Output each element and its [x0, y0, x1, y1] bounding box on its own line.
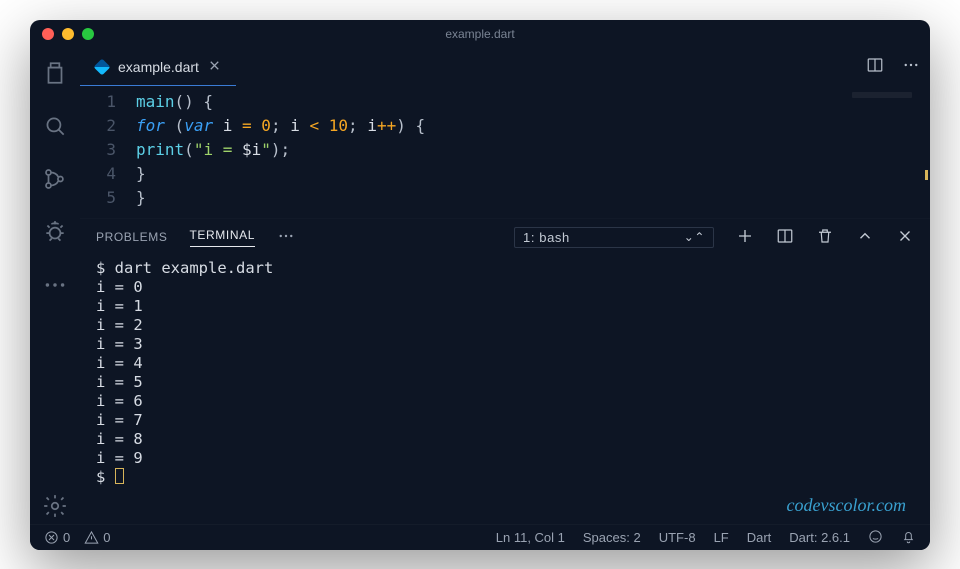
watermark: codevscolor.com	[787, 495, 906, 516]
more-icon[interactable]	[42, 272, 68, 303]
dart-file-icon	[94, 58, 111, 75]
status-language[interactable]: Dart	[747, 530, 772, 545]
titlebar: example.dart	[30, 20, 930, 48]
status-cursor-position[interactable]: Ln 11, Col 1	[496, 530, 565, 545]
close-window-button[interactable]	[42, 28, 54, 40]
maximize-window-button[interactable]	[82, 28, 94, 40]
status-errors[interactable]: 0	[44, 530, 70, 545]
terminal-cursor	[115, 468, 124, 484]
status-encoding[interactable]: UTF-8	[659, 530, 696, 545]
status-bar: 0 0 Ln 11, Col 1 Spaces: 2 UTF-8 LF Dart…	[30, 524, 930, 550]
close-panel-icon[interactable]	[896, 227, 914, 248]
bottom-panel: PROBLEMS TERMINAL 1: bash ⌄⌃	[80, 218, 930, 524]
chevron-up-icon[interactable]	[856, 227, 874, 248]
line-numbers: 1 2 3 4 5	[80, 90, 136, 210]
explorer-icon[interactable]	[42, 60, 68, 91]
scroll-decoration	[925, 170, 928, 180]
terminal-output[interactable]: $ dart example.dart i = 0 i = 1 i = 2 i …	[80, 255, 930, 524]
terminal-selector[interactable]: 1: bash ⌄⌃	[514, 227, 714, 248]
split-terminal-icon[interactable]	[776, 227, 794, 248]
status-eol[interactable]: LF	[714, 530, 729, 545]
split-editor-icon[interactable]	[866, 56, 884, 79]
dropdown-caret-icon: ⌄⌃	[684, 230, 705, 244]
debug-icon[interactable]	[42, 219, 68, 250]
vscode-window: example.dart	[30, 20, 930, 550]
panel-more-icon[interactable]	[277, 227, 295, 248]
minimize-window-button[interactable]	[62, 28, 74, 40]
panel-tab-problems[interactable]: PROBLEMS	[96, 230, 168, 244]
tab-example-dart[interactable]: example.dart	[80, 48, 236, 86]
panel-tab-terminal[interactable]: TERMINAL	[190, 228, 255, 247]
code-editor[interactable]: 1 2 3 4 5 main() { for (var i = 0; i < 1…	[80, 86, 930, 218]
tab-close-button[interactable]	[207, 58, 222, 76]
status-warnings[interactable]: 0	[84, 530, 110, 545]
feedback-smiley-icon[interactable]	[868, 529, 883, 547]
status-indent[interactable]: Spaces: 2	[583, 530, 641, 545]
trash-icon[interactable]	[816, 227, 834, 248]
notifications-bell-icon[interactable]	[901, 529, 916, 547]
source-control-icon[interactable]	[42, 166, 68, 197]
tab-label: example.dart	[118, 59, 199, 75]
code-content[interactable]: main() { for (var i = 0; i < 10; i++) { …	[136, 90, 425, 210]
status-sdk[interactable]: Dart: 2.6.1	[789, 530, 850, 545]
activity-bar	[30, 48, 80, 524]
search-icon[interactable]	[42, 113, 68, 144]
minimap[interactable]	[852, 92, 912, 98]
settings-gear-icon[interactable]	[42, 493, 68, 524]
new-terminal-icon[interactable]	[736, 227, 754, 248]
window-title: example.dart	[30, 27, 930, 41]
editor-tabs: example.dart	[80, 48, 930, 86]
window-controls	[42, 28, 94, 40]
editor-more-icon[interactable]	[902, 56, 920, 79]
